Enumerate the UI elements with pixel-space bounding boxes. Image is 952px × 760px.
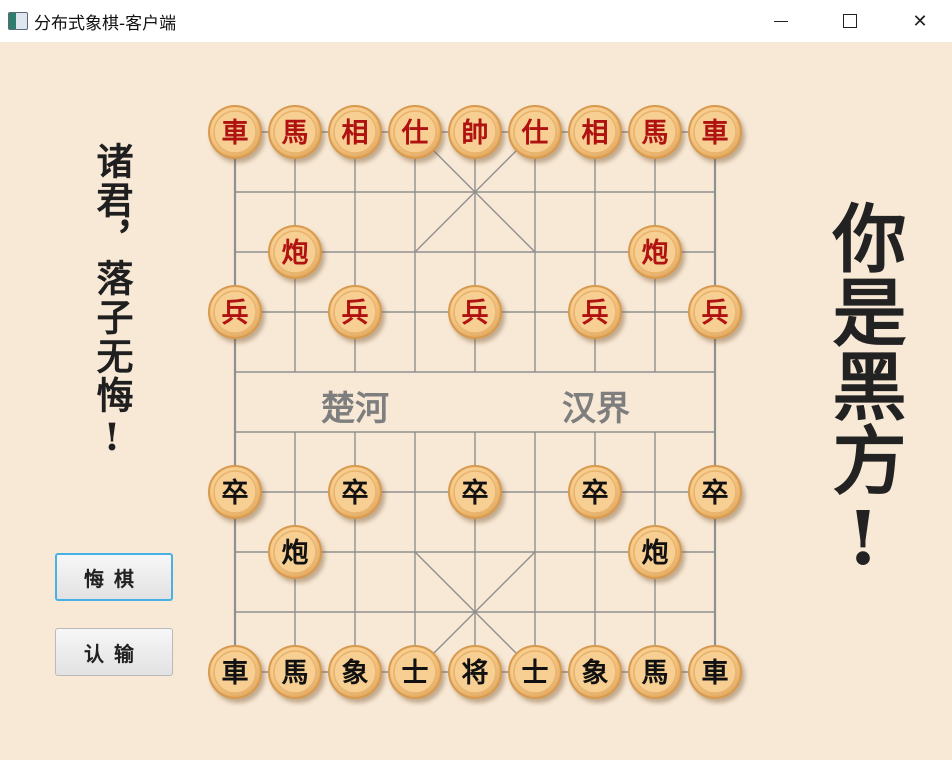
piece-label: 車: [222, 118, 249, 149]
piece-label: 仕: [521, 118, 549, 149]
piece-label: 炮: [642, 537, 669, 569]
piece-label: 卒: [702, 477, 729, 509]
chess-piece-black[interactable]: 士: [388, 645, 442, 699]
river-label-right: 汉界: [562, 389, 630, 429]
piece-label: 車: [222, 658, 249, 689]
piece-label: 炮: [282, 237, 309, 269]
piece-label: 卒: [462, 477, 489, 509]
chess-piece-black[interactable]: 将: [448, 645, 502, 699]
piece-label: 馬: [282, 658, 309, 689]
chess-piece-red[interactable]: 炮: [628, 225, 682, 279]
piece-label: 馬: [642, 118, 669, 149]
chess-piece-red[interactable]: 兵: [688, 285, 742, 339]
piece-label: 相: [342, 118, 369, 149]
chess-piece-black[interactable]: 象: [568, 645, 622, 699]
chess-piece-black[interactable]: 士: [508, 645, 562, 699]
chess-piece-black[interactable]: 卒: [208, 465, 262, 519]
piece-label: 将: [462, 658, 489, 689]
chess-piece-red[interactable]: 車: [688, 105, 742, 159]
river-label-left: 楚河: [321, 389, 389, 429]
chess-piece-red[interactable]: 相: [328, 105, 382, 159]
chess-piece-black[interactable]: 卒: [568, 465, 622, 519]
chess-piece-black[interactable]: 炮: [268, 525, 322, 579]
piece-label: 兵: [582, 298, 609, 329]
piece-label: 炮: [282, 537, 309, 569]
chess-piece-red[interactable]: 兵: [448, 285, 502, 339]
piece-label: 馬: [282, 118, 309, 149]
piece-label: 兵: [702, 298, 729, 329]
chess-piece-black[interactable]: 卒: [688, 465, 742, 519]
piece-label: 士: [402, 658, 429, 689]
chess-piece-red[interactable]: 仕: [508, 105, 562, 159]
chess-piece-red[interactable]: 馬: [268, 105, 322, 159]
piece-label: 炮: [642, 237, 669, 269]
chess-piece-black[interactable]: 車: [688, 645, 742, 699]
chess-piece-red[interactable]: 兵: [568, 285, 622, 339]
chess-piece-red[interactable]: 炮: [268, 225, 322, 279]
chess-piece-black[interactable]: 卒: [328, 465, 382, 519]
piece-label: 卒: [342, 477, 369, 509]
piece-label: 車: [702, 658, 729, 689]
chess-board[interactable]: 楚河 汉界 車馬相仕帥仕相馬車炮 炮兵兵兵兵兵卒卒卒卒卒炮 炮車馬象士将士象馬車: [0, 0, 952, 760]
piece-label: 仕: [401, 118, 429, 149]
piece-label: 帥: [462, 118, 489, 149]
piece-label: 兵: [462, 298, 489, 329]
piece-label: 象: [342, 657, 369, 689]
piece-label: 車: [702, 118, 729, 149]
chess-piece-red[interactable]: 相: [568, 105, 622, 159]
chess-piece-red[interactable]: 兵: [208, 285, 262, 339]
chess-piece-black[interactable]: 馬: [628, 645, 682, 699]
piece-label: 馬: [642, 658, 669, 689]
chess-piece-black[interactable]: 炮: [628, 525, 682, 579]
chess-piece-red[interactable]: 車: [208, 105, 262, 159]
piece-label: 兵: [342, 298, 369, 329]
chess-piece-red[interactable]: 帥: [448, 105, 502, 159]
piece-label: 相: [582, 118, 609, 149]
piece-label: 兵: [222, 298, 249, 329]
chess-piece-black[interactable]: 馬: [268, 645, 322, 699]
chess-piece-black[interactable]: 象: [328, 645, 382, 699]
chess-piece-red[interactable]: 仕: [388, 105, 442, 159]
piece-label: 象: [582, 657, 609, 689]
piece-label: 卒: [582, 477, 609, 509]
chess-piece-red[interactable]: 兵: [328, 285, 382, 339]
chess-piece-black[interactable]: 卒: [448, 465, 502, 519]
piece-label: 士: [522, 658, 549, 689]
piece-label: 卒: [222, 477, 249, 509]
board-grid: [233, 131, 717, 673]
chess-piece-red[interactable]: 馬: [628, 105, 682, 159]
chess-piece-black[interactable]: 車: [208, 645, 262, 699]
